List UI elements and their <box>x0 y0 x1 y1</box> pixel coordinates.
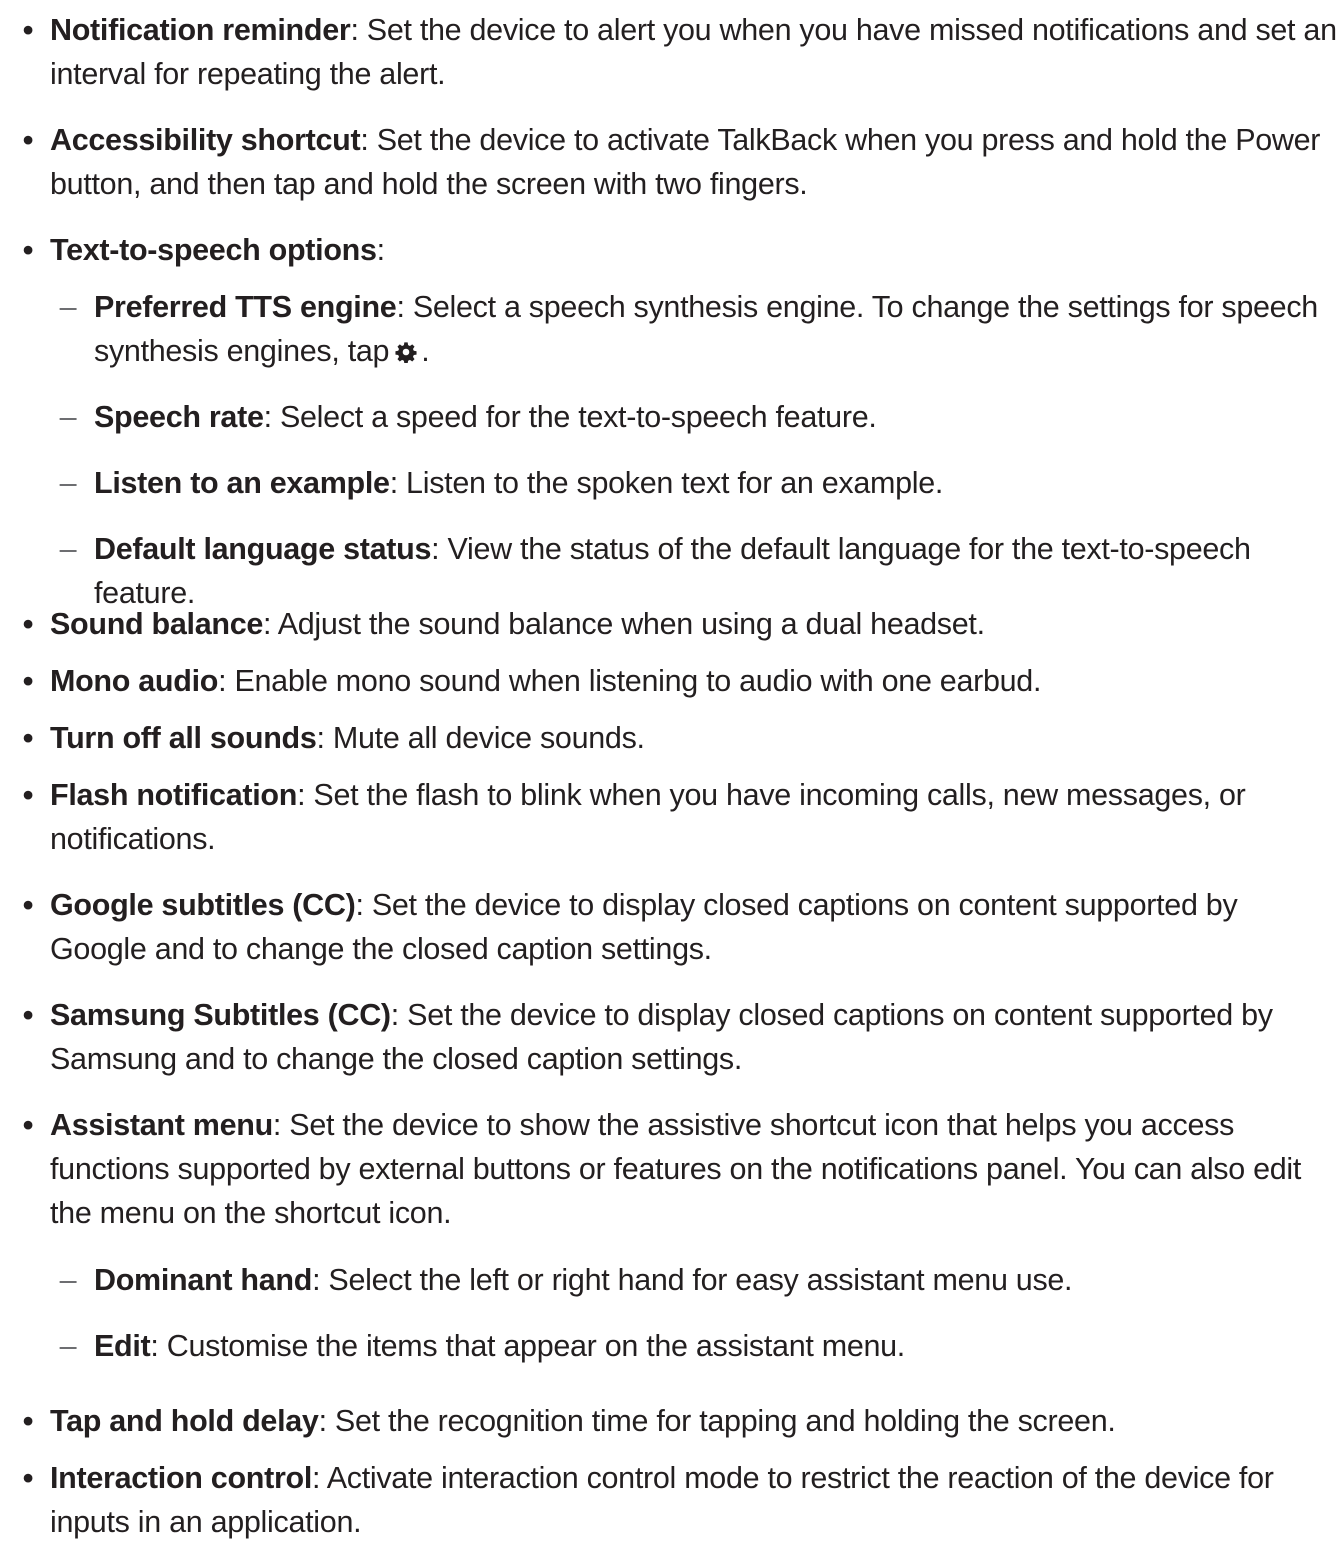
bullet: • <box>22 1404 34 1438</box>
sub-bullet: – <box>59 400 77 434</box>
bullet: • <box>22 721 34 755</box>
item-description: : Select the left or right hand for easy… <box>312 1263 1073 1297</box>
item-term: Turn off all sounds <box>50 721 317 755</box>
item-term: Sound balance <box>50 607 264 641</box>
item-text: Speech rate: Select a speed for the text… <box>94 395 1334 439</box>
item-description: : Adjust the sound balance when using a … <box>263 607 985 641</box>
item-text: Preferred TTS engine: Select a speech sy… <box>94 285 1334 373</box>
item-term: Edit <box>94 1329 151 1363</box>
item-text: Google subtitles (CC): Set the device to… <box>50 883 1338 971</box>
item-description: : Listen to the spoken text for an examp… <box>389 466 944 500</box>
item-text: Flash notification: Set the flash to bli… <box>50 773 1338 861</box>
bullet: • <box>22 123 34 157</box>
bullet: • <box>22 233 34 267</box>
item-text: Mono audio: Enable mono sound when liste… <box>50 659 1338 703</box>
item-text: Dominant hand: Select the left or right … <box>94 1258 1334 1302</box>
item-description: : Select a speed for the text-to-speech … <box>263 400 877 434</box>
item-text: Accessibility shortcut: Set the device t… <box>50 118 1338 206</box>
item-text: Sound balance: Adjust the sound balance … <box>50 602 1338 646</box>
item-term: Accessibility shortcut <box>50 123 361 157</box>
sub-bullet: – <box>59 1263 77 1297</box>
bullet: • <box>22 607 34 641</box>
item-term: Default language status <box>94 532 432 566</box>
item-term: Google subtitles (CC) <box>50 888 356 922</box>
item-text: Notification reminder: Set the device to… <box>50 8 1338 96</box>
sub-bullet: – <box>59 532 77 566</box>
item-term: Samsung Subtitles (CC) <box>50 998 391 1032</box>
item-term: Interaction control <box>50 1461 313 1495</box>
item-term: Listen to an example <box>94 466 390 500</box>
bullet: • <box>22 998 34 1032</box>
item-description: : Mute all device sounds. <box>316 721 645 755</box>
sub-bullet: – <box>59 466 77 500</box>
sub-bullet: – <box>59 1329 77 1363</box>
item-term: Speech rate <box>94 400 264 434</box>
item-description: : Customise the items that appear on the… <box>150 1329 905 1363</box>
item-description: : Set the recognition time for tapping a… <box>318 1404 1116 1438</box>
gear-icon <box>395 342 417 363</box>
bullet: • <box>22 778 34 812</box>
item-term: Text-to-speech options <box>50 233 377 267</box>
bullet: • <box>22 1461 34 1495</box>
sub-bullet: – <box>59 290 77 324</box>
item-term: Assistant menu <box>50 1108 273 1142</box>
item-term: Mono audio <box>50 664 219 698</box>
bullet: • <box>22 1108 34 1142</box>
item-text: Interaction control: Activate interactio… <box>50 1456 1338 1544</box>
item-text: Samsung Subtitles (CC): Set the device t… <box>50 993 1338 1081</box>
item-text: Turn off all sounds: Mute all device sou… <box>50 716 1338 760</box>
item-term: Dominant hand <box>94 1263 313 1297</box>
item-text: Tap and hold delay: Set the recognition … <box>50 1399 1338 1443</box>
bullet: • <box>22 888 34 922</box>
item-description: : Enable mono sound when listening to au… <box>218 664 1042 698</box>
item-description-end: . <box>421 334 430 368</box>
item-term: Preferred TTS engine <box>94 290 397 324</box>
item-term: Notification reminder <box>50 13 351 47</box>
bullet: • <box>22 664 34 698</box>
item-description: : <box>376 233 385 267</box>
item-text: Edit: Customise the items that appear on… <box>94 1324 1334 1368</box>
item-text: Text-to-speech options: <box>50 228 1338 272</box>
item-text: Assistant menu: Set the device to show t… <box>50 1103 1338 1235</box>
bullet: • <box>22 13 34 47</box>
item-term: Tap and hold delay <box>50 1404 319 1438</box>
item-text: Listen to an example: Listen to the spok… <box>94 461 1334 505</box>
item-term: Flash notification <box>50 778 298 812</box>
